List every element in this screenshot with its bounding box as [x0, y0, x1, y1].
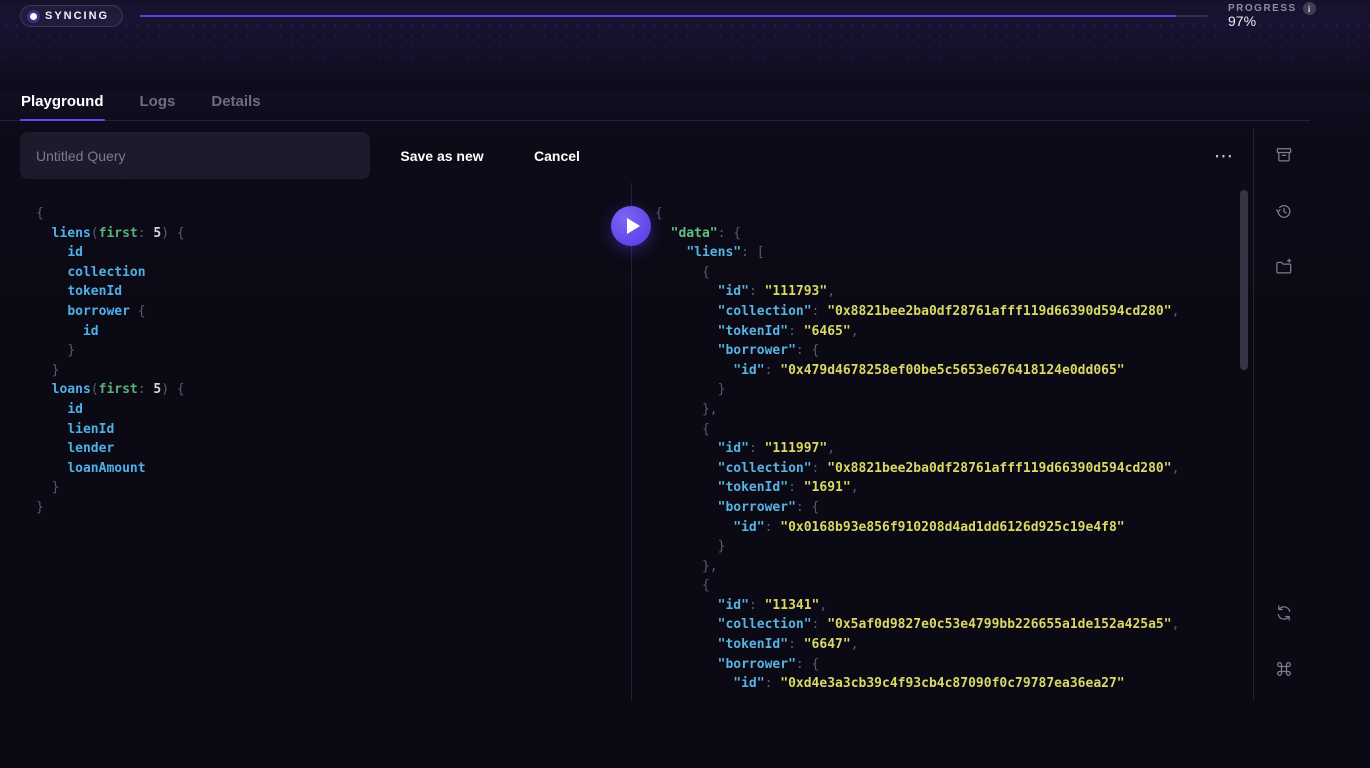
progress-track	[140, 15, 1208, 17]
command-icon	[1274, 659, 1294, 679]
history-button[interactable]	[1266, 193, 1302, 229]
query-name-input[interactable]	[20, 132, 370, 179]
keyboard-shortcuts-button[interactable]	[1266, 651, 1302, 687]
history-icon	[1274, 201, 1294, 221]
syncing-status-dot	[30, 13, 37, 20]
folder-plus-icon	[1274, 257, 1294, 277]
results-scrollbar[interactable]	[1240, 190, 1248, 370]
cancel-button[interactable]: Cancel	[528, 132, 586, 179]
save-as-new-button[interactable]: Save as new	[398, 132, 486, 179]
tab-bar: Playground Logs Details	[0, 93, 1310, 121]
refresh-icon	[1274, 603, 1294, 623]
more-options-button[interactable]: ⋯	[1204, 138, 1244, 174]
docs-button[interactable]	[1266, 137, 1302, 173]
dot-texture-fade	[0, 20, 1370, 92]
new-collection-button[interactable]	[1266, 249, 1302, 285]
rail-divider	[1253, 128, 1254, 700]
syncing-badge: SYNCING	[20, 5, 123, 27]
play-icon	[627, 218, 640, 234]
progress-value: 97%	[1228, 13, 1256, 29]
tab-logs[interactable]: Logs	[139, 93, 177, 120]
docs-icon	[1274, 145, 1294, 165]
tab-playground[interactable]: Playground	[20, 93, 105, 120]
query-editor[interactable]: { liens(first: 5) { id collection tokenI…	[20, 183, 630, 700]
results-code: { "data": { "liens": [ { "id": "111793",…	[632, 183, 1239, 694]
refresh-button[interactable]	[1266, 595, 1302, 631]
info-icon[interactable]: i	[1303, 2, 1316, 15]
run-query-button[interactable]	[611, 206, 651, 246]
results-viewer: { "data": { "liens": [ { "id": "111793",…	[632, 183, 1239, 700]
query-editor-code[interactable]: { liens(first: 5) { id collection tokenI…	[20, 183, 630, 518]
playground-page: SYNCING PROGRESS i 97% Playground Logs D…	[0, 0, 1370, 768]
syncing-label: SYNCING	[45, 10, 109, 22]
tab-details[interactable]: Details	[210, 93, 261, 120]
dot-texture	[0, 20, 1370, 92]
progress-fill	[140, 15, 1176, 17]
